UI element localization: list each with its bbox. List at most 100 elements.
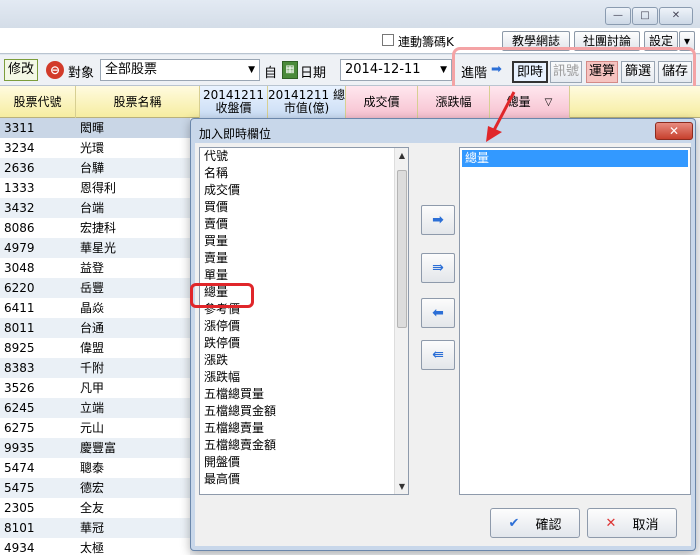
stock-code: 6245	[4, 401, 35, 415]
stock-code: 8101	[4, 521, 35, 535]
col-name[interactable]: 股票名稱	[76, 86, 200, 118]
list-item[interactable]: 漲跌	[200, 352, 408, 369]
table-row[interactable]: 8383 千附	[0, 358, 190, 378]
list-item[interactable]: 開盤價	[200, 454, 408, 471]
date-label: 日期	[300, 66, 327, 81]
stock-code: 6220	[4, 281, 35, 295]
stock-code: 5474	[4, 461, 35, 475]
table-row[interactable]: 8925 偉盟	[0, 338, 190, 358]
selected-columns-list[interactable]: 總量	[459, 147, 691, 495]
table-row[interactable]: 8101 華冠	[0, 518, 190, 538]
refresh-icon[interactable]: ⊖	[46, 61, 64, 79]
list-item[interactable]: 總量	[462, 150, 688, 167]
stock-name: 恩得利	[80, 181, 117, 195]
self-label: 自	[264, 66, 278, 81]
list-item[interactable]: 五檔總賣金額	[200, 437, 408, 454]
table-row[interactable]: 3311 閎暉	[0, 118, 190, 138]
confirm-button[interactable]: ✔ 確認	[490, 508, 580, 538]
x-icon: ✕	[605, 515, 617, 531]
date-select[interactable]: 2014-12-11 ▼	[340, 59, 452, 81]
linked-chips-checkbox[interactable]	[382, 34, 394, 46]
list-item[interactable]: 賣量	[200, 250, 408, 267]
table-row[interactable]: 3432 台端	[0, 198, 190, 218]
table-row[interactable]: 8011 台通	[0, 318, 190, 338]
stock-name: 慶豐富	[80, 441, 117, 455]
calendar-icon[interactable]: ▦	[282, 61, 298, 79]
cancel-button[interactable]: ✕ 取消	[587, 508, 677, 538]
scroll-up-icon[interactable]: ▲	[397, 151, 407, 160]
table-row[interactable]: 6220 岳豐	[0, 278, 190, 298]
scroll-thumb[interactable]	[397, 170, 407, 328]
col-empty	[570, 86, 700, 118]
table-row[interactable]: 4934 太極	[0, 538, 190, 555]
table-row[interactable]: 3048 益登	[0, 258, 190, 278]
list-item[interactable]: 漲跌幅	[200, 369, 408, 386]
table-row[interactable]: 5474 聰泰	[0, 458, 190, 478]
stock-code: 3234	[4, 141, 35, 155]
list-item[interactable]: 賣價	[200, 216, 408, 233]
target-label: 對象	[68, 66, 95, 81]
list-item[interactable]: 成交價	[200, 182, 408, 199]
col-marketcap[interactable]: 20141211 總市值(億)	[268, 86, 346, 118]
table-row[interactable]: 9935 慶豐富	[0, 438, 190, 458]
list-item[interactable]: 單量	[200, 267, 408, 284]
stock-code: 6411	[4, 301, 35, 315]
list-item[interactable]: 五檔總賣量	[200, 420, 408, 437]
table-row[interactable]: 6275 元山	[0, 418, 190, 438]
minimize-icon[interactable]: —	[605, 7, 631, 25]
add-all-columns-button[interactable]: ⇛	[421, 253, 455, 283]
table-row[interactable]: 6245 立端	[0, 398, 190, 418]
table-row[interactable]: 6411 晶焱	[0, 298, 190, 318]
table-row[interactable]: 3234 光環	[0, 138, 190, 158]
stock-code: 6275	[4, 421, 35, 435]
table-row[interactable]: 2305 全友	[0, 498, 190, 518]
add-column-button[interactable]: ➡	[421, 205, 455, 235]
maximize-icon[interactable]: □	[632, 7, 658, 25]
target-select[interactable]: 全部股票 ▼	[100, 59, 260, 81]
dialog-title: 加入即時欄位	[199, 127, 272, 141]
stock-code: 5475	[4, 481, 35, 495]
list-item[interactable]: 代號	[200, 148, 408, 165]
table-row[interactable]: 4979 華星光	[0, 238, 190, 258]
stock-name: 德宏	[80, 481, 105, 495]
stock-name: 台通	[80, 321, 105, 335]
list-item[interactable]: 五檔總買量	[200, 386, 408, 403]
table-row[interactable]: 2636 台驊	[0, 158, 190, 178]
stock-code: 3048	[4, 261, 35, 275]
stock-code: 8383	[4, 361, 35, 375]
stock-name: 全友	[80, 501, 105, 515]
stock-code: 9935	[4, 441, 35, 455]
remove-all-columns-button[interactable]: ⇚	[421, 340, 455, 370]
close-icon[interactable]: ✕	[659, 7, 693, 25]
stock-name: 台驊	[80, 161, 105, 175]
stock-name: 宏捷科	[80, 221, 117, 235]
table-row[interactable]: 1333 恩得利	[0, 178, 190, 198]
stock-code: 8086	[4, 221, 35, 235]
scrollbar[interactable]: ▲ ▼	[394, 148, 408, 494]
list-item[interactable]: 買量	[200, 233, 408, 250]
col-code[interactable]: 股票代號	[0, 86, 76, 118]
col-close[interactable]: 20141211 收盤價	[200, 86, 268, 118]
sort-icon: ▽	[544, 96, 553, 108]
table-row[interactable]: 3526 凡甲	[0, 378, 190, 398]
table-row[interactable]: 8086 宏捷科	[0, 218, 190, 238]
remove-column-button[interactable]: ⬅	[421, 298, 455, 328]
list-item[interactable]: 名稱	[200, 165, 408, 182]
list-item[interactable]: 跌停價	[200, 335, 408, 352]
stock-name: 元山	[80, 421, 105, 435]
available-columns-list[interactable]: 代號 名稱 成交價 買價 賣價 買量 賣量 單量 總量 參考價 漲停價 跌停價 …	[199, 147, 409, 495]
list-item[interactable]: 買價	[200, 199, 408, 216]
stock-code: 4979	[4, 241, 35, 255]
list-item[interactable]: 漲停價	[200, 318, 408, 335]
scroll-down-icon[interactable]: ▼	[397, 482, 407, 491]
stock-name: 凡甲	[80, 381, 105, 395]
table-row[interactable]: 5475 德宏	[0, 478, 190, 498]
col-price[interactable]: 成交價	[346, 86, 418, 118]
stock-name: 光環	[80, 141, 105, 155]
close-icon[interactable]: ✕	[655, 122, 693, 140]
list-item[interactable]: 五檔總買金額	[200, 403, 408, 420]
list-item[interactable]: 最高價	[200, 471, 408, 488]
edit-button[interactable]: 修改	[4, 59, 38, 81]
annotation-arrow-icon	[486, 91, 516, 142]
stock-name: 偉盟	[80, 341, 105, 355]
